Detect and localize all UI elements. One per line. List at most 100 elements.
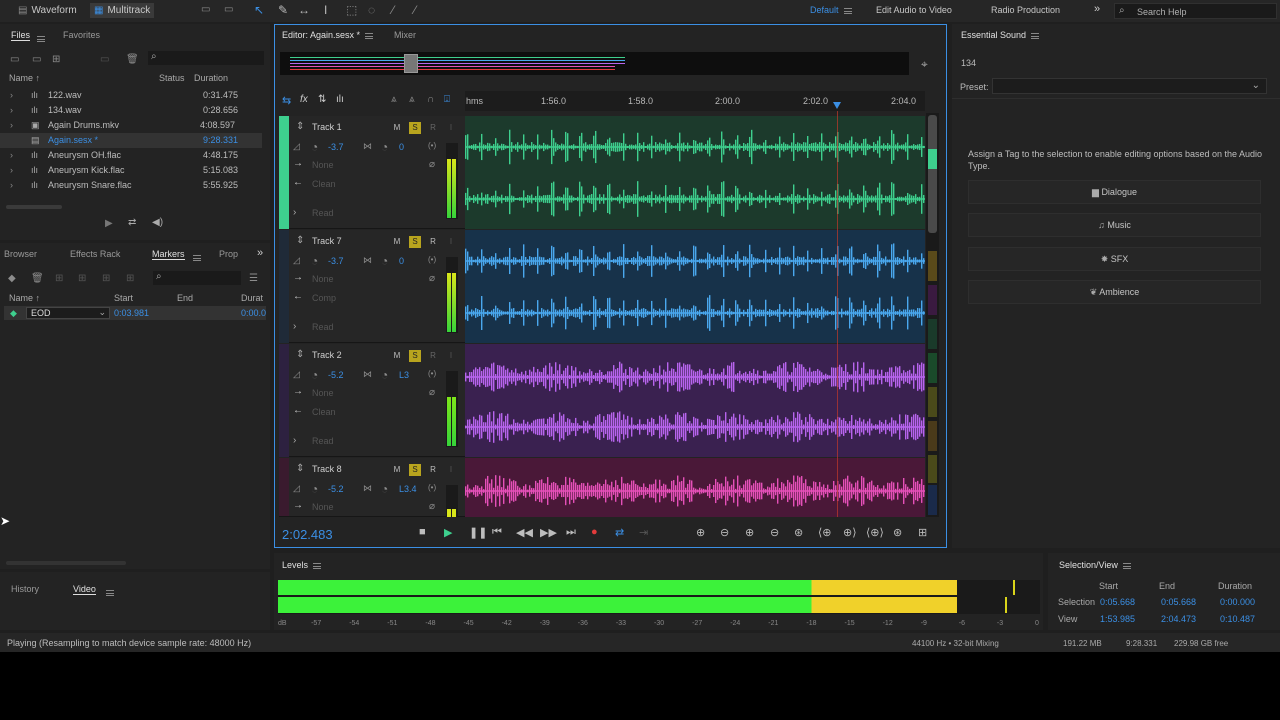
track-move-icon[interactable]: ⇕ bbox=[296, 121, 304, 132]
file-row[interactable]: › ılı 134.wav 0:28.656 bbox=[0, 103, 262, 118]
stereo-icon[interactable]: (•) bbox=[428, 141, 436, 150]
pan-value[interactable]: 0 bbox=[399, 142, 404, 152]
stereo-icon[interactable]: (•) bbox=[428, 483, 436, 492]
music-button[interactable]: ♫ Music bbox=[968, 213, 1261, 237]
fx-icon[interactable]: fx bbox=[300, 94, 308, 105]
track-clip-waveform[interactable] bbox=[465, 458, 925, 517]
selection-start[interactable]: 0:05.668 bbox=[1100, 597, 1135, 607]
file-row[interactable]: › ▣ Again Drums.mkv 4:08.597 bbox=[0, 118, 262, 133]
pan-value[interactable]: 0 bbox=[399, 256, 404, 266]
tab-video[interactable]: Video bbox=[73, 584, 96, 595]
phase-invert-icon[interactable]: ⌀ bbox=[429, 159, 435, 170]
expand-chevron-icon[interactable]: › bbox=[10, 118, 13, 133]
track-input[interactable]: None bbox=[312, 274, 334, 284]
record-button[interactable]: ● bbox=[591, 526, 598, 538]
status-sample-rate[interactable]: 44100 Hz • 32-bit Mixing bbox=[912, 639, 999, 648]
record-arm-button[interactable]: R bbox=[427, 122, 439, 134]
add-marker-icon[interactable]: ◆ bbox=[8, 273, 16, 284]
workspace-edit-audio-to-video[interactable]: Edit Audio to Video bbox=[876, 5, 952, 15]
monitor-input-button[interactable]: I bbox=[445, 350, 457, 362]
automation-mode[interactable]: Read bbox=[312, 322, 334, 332]
sends-icon[interactable]: ⇅ bbox=[318, 94, 326, 105]
monitor-input-button[interactable]: I bbox=[445, 464, 457, 476]
mute-button[interactable]: M bbox=[391, 464, 403, 476]
phase-invert-icon[interactable]: ⌀ bbox=[429, 387, 435, 398]
track-input[interactable]: None bbox=[312, 388, 334, 398]
record-arm-button[interactable]: R bbox=[427, 350, 439, 362]
track-input[interactable]: None bbox=[312, 160, 334, 170]
solo-button[interactable]: S bbox=[409, 236, 421, 248]
multitrack-mode-button[interactable]: ▦ Multitrack bbox=[90, 3, 155, 18]
expand-chevron-icon[interactable]: › bbox=[10, 163, 13, 178]
search-help-box[interactable]: ⌕ Search Help bbox=[1114, 3, 1277, 19]
expand-chevron-icon[interactable]: › bbox=[10, 178, 13, 193]
metronome-icon[interactable]: ⩓ bbox=[391, 94, 397, 105]
files-search-field[interactable]: ⌕ bbox=[148, 51, 264, 65]
solo-button[interactable]: S bbox=[409, 464, 421, 476]
new-file-icon[interactable]: ⊞ bbox=[52, 54, 60, 65]
selection-view-menu-icon[interactable] bbox=[1122, 562, 1131, 569]
export-markers-icon[interactable]: ⊞ bbox=[78, 273, 86, 284]
tab-markers[interactable]: Markers bbox=[152, 249, 185, 260]
mute-button[interactable]: M bbox=[391, 122, 403, 134]
track-clip-waveform[interactable] bbox=[465, 344, 925, 457]
zoom-out-amplitude-icon[interactable]: ⊖ bbox=[720, 526, 729, 539]
marker-row[interactable]: ◆ EOD ⌄ 0:03.981 0:00.0 bbox=[4, 306, 266, 320]
view-start[interactable]: 1:53.985 bbox=[1100, 614, 1135, 624]
zoom-to-fit-icon[interactable]: ⌖ bbox=[921, 57, 928, 72]
markers-col-end[interactable]: End bbox=[177, 293, 193, 303]
time-selection-tool-icon[interactable]: I bbox=[324, 3, 327, 17]
files-col-status[interactable]: Status bbox=[159, 73, 185, 83]
file-row-selected[interactable]: ▤ Again.sesx * 9:28.331 bbox=[0, 133, 262, 148]
pan-value[interactable]: L3.4 bbox=[399, 484, 417, 494]
automation-mode[interactable]: Read bbox=[312, 208, 334, 218]
waveform-mode-button[interactable]: ▤ Waveform bbox=[14, 3, 81, 18]
phase-invert-icon[interactable]: ⌀ bbox=[429, 501, 435, 512]
track-move-icon[interactable]: ⇕ bbox=[296, 463, 304, 474]
pan-value[interactable]: L3 bbox=[399, 370, 409, 380]
track-output[interactable]: Comp bbox=[312, 293, 336, 303]
track-clip-waveform[interactable] bbox=[465, 116, 925, 229]
files-col-name[interactable]: Name ↑ bbox=[9, 73, 40, 83]
workspace-radio-production[interactable]: Radio Production bbox=[991, 5, 1060, 15]
expand-chevron-icon[interactable]: › bbox=[10, 148, 13, 163]
volume-value[interactable]: -5.2 bbox=[328, 484, 344, 494]
zoom-tracks-icon[interactable]: ⊞ bbox=[918, 526, 927, 539]
fast-forward-button[interactable]: ▶▶ bbox=[540, 526, 557, 539]
tab-properties[interactable]: Prop bbox=[219, 249, 238, 259]
solo-button[interactable]: S bbox=[409, 122, 421, 134]
markers-panel-menu-icon[interactable] bbox=[193, 254, 201, 261]
merge-markers-icon[interactable]: ⊞ bbox=[55, 273, 63, 284]
mute-button[interactable]: M bbox=[391, 350, 403, 362]
rewind-button[interactable]: ◀◀ bbox=[516, 526, 533, 539]
playhead-marker[interactable] bbox=[833, 102, 841, 109]
expand-chevron-icon[interactable]: › bbox=[293, 435, 296, 446]
zoom-in-time-icon[interactable]: ⊕ bbox=[745, 526, 754, 539]
brush-tool-icon[interactable]: ⁄ bbox=[392, 3, 394, 17]
view-end[interactable]: 2:04.473 bbox=[1161, 614, 1196, 624]
markers-col-start[interactable]: Start bbox=[114, 293, 133, 303]
marker-duration[interactable]: 0:00.0 bbox=[241, 308, 266, 318]
automation-mode[interactable]: Read bbox=[312, 436, 334, 446]
volume-value[interactable]: -3.7 bbox=[328, 256, 344, 266]
stereo-icon[interactable]: (•) bbox=[428, 255, 436, 264]
tab-favorites[interactable]: Favorites bbox=[63, 30, 100, 40]
video-panel-menu-icon[interactable] bbox=[106, 589, 114, 596]
stop-button[interactable]: ■ bbox=[419, 526, 426, 538]
pause-button[interactable]: ❚❚ bbox=[469, 526, 487, 539]
expand-chevron-icon[interactable]: › bbox=[293, 321, 296, 332]
sync-icon[interactable]: ⇆ bbox=[282, 94, 291, 107]
snap-icon[interactable]: ⩓ bbox=[409, 94, 415, 105]
solo-button[interactable]: S bbox=[409, 350, 421, 362]
file-row[interactable]: › ılı Aneurysm Snare.flac 5:55.925 bbox=[0, 178, 262, 193]
spectral-frequency-icon[interactable]: ▭ bbox=[201, 4, 210, 15]
phase-invert-icon[interactable]: ⌀ bbox=[429, 273, 435, 284]
overview-viewport-handle[interactable] bbox=[404, 54, 418, 73]
volume-value[interactable]: -3.7 bbox=[328, 142, 344, 152]
delete-marker-icon[interactable]: 🗑 bbox=[31, 273, 44, 284]
selection-duration[interactable]: 0:00.000 bbox=[1220, 597, 1255, 607]
marker-filter-icon[interactable]: ☰ bbox=[249, 273, 258, 284]
pan-knob[interactable]: ◔ bbox=[381, 254, 388, 268]
file-row[interactable]: › ılı Aneurysm Kick.flac 5:15.083 bbox=[0, 163, 262, 178]
go-to-end-button[interactable]: ⏭ bbox=[566, 526, 576, 539]
